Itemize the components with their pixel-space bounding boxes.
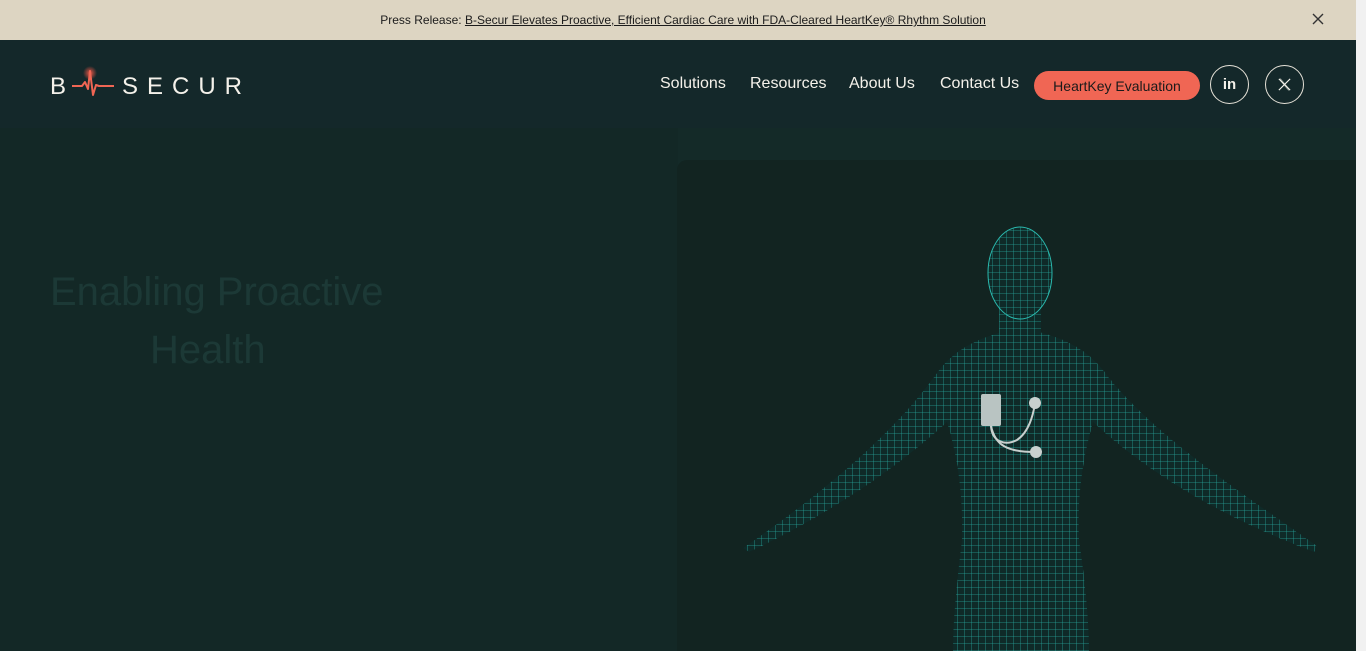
hero-visual-panel [677, 160, 1356, 651]
nav-about-us[interactable]: About Us [849, 75, 915, 93]
banner-prefix: Press Release: [380, 13, 462, 27]
site-header: B SECUR Solutions Resources About Us Con… [0, 40, 1356, 128]
linkedin-button[interactable]: in [1210, 65, 1249, 104]
x-icon [1278, 78, 1291, 91]
nav-contact-us[interactable]: Contact Us [940, 75, 1019, 93]
nav-solutions[interactable]: Solutions [660, 75, 726, 93]
heartbeat-icon [72, 66, 114, 96]
hero-title-line-2: Health [150, 328, 266, 372]
hero-section [0, 128, 678, 651]
linkedin-icon: in [1222, 76, 1237, 93]
announcement-banner: Press Release: B-Secur Elevates Proactiv… [0, 0, 1366, 40]
logo-text-right: SECUR [122, 73, 252, 100]
banner-text: Press Release: B-Secur Elevates Proactiv… [0, 13, 1366, 27]
close-icon[interactable] [1310, 11, 1326, 27]
press-release-link[interactable]: B-Secur Elevates Proactive, Efficient Ca… [465, 13, 986, 27]
scrollbar-track[interactable] [1356, 0, 1366, 651]
x-button[interactable] [1265, 65, 1304, 104]
wireframe-body-illustration [743, 226, 1317, 651]
hero-title-line-1: Enabling Proactive [50, 270, 384, 314]
heartkey-evaluation-button[interactable]: HeartKey Evaluation [1034, 71, 1200, 100]
nav-resources[interactable]: Resources [750, 75, 826, 93]
logo[interactable]: B SECUR [50, 65, 242, 101]
hero-title: Enabling Proactive Health [50, 263, 610, 379]
